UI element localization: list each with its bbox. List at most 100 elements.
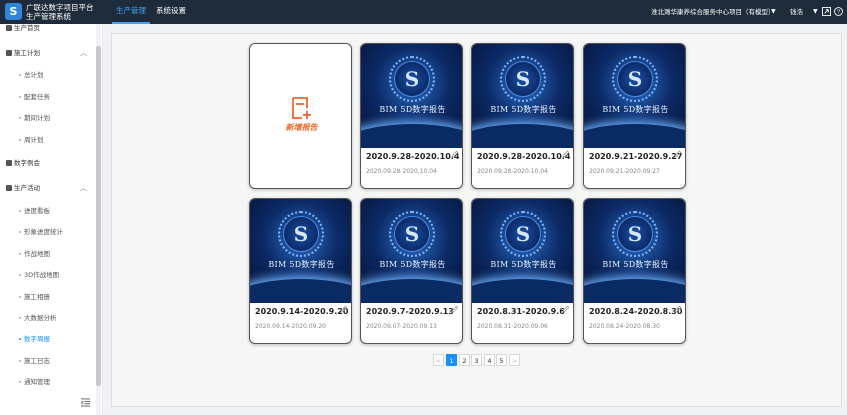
bullet-icon bbox=[19, 117, 21, 119]
report-cover-image: S BIM 5D数字报告 bbox=[584, 199, 685, 303]
sidebar-group-plan[interactable]: 施工计划 ︿ bbox=[0, 46, 95, 60]
project-selector[interactable]: 淮北濉华康养综合服务中心项目（有模型） bbox=[651, 0, 775, 24]
sidebar-item-construction-log[interactable]: 施工日志 bbox=[0, 354, 95, 368]
report-cover-image: S BIM 5D数字报告 bbox=[250, 199, 351, 303]
add-report-card[interactable]: 新增报告 bbox=[249, 43, 352, 189]
pagination-next[interactable]: > bbox=[509, 354, 520, 366]
cover-title: BIM 5D数字报告 bbox=[379, 105, 446, 114]
sidebar-item-progress-board[interactable]: 进度看板 bbox=[0, 204, 95, 218]
bar-chart-icon bbox=[6, 50, 12, 56]
bullet-icon bbox=[19, 338, 21, 340]
report-date-range: 2020.08.24-2020.08.30 bbox=[589, 323, 660, 330]
pagination-page[interactable]: 3 bbox=[471, 354, 482, 366]
chevron-up-icon[interactable]: ︿ bbox=[80, 46, 87, 60]
bullet-icon bbox=[19, 74, 21, 76]
sidebar-item-big-data[interactable]: 大数据分析 bbox=[0, 311, 95, 325]
edit-icon[interactable] bbox=[674, 305, 682, 313]
sidebar-item-battle-map[interactable]: 作战地图 bbox=[0, 247, 95, 261]
report-title: 2020.9.28-2020.10.4 bbox=[477, 152, 571, 161]
cover-title: BIM 5D数字报告 bbox=[602, 105, 669, 114]
sidebar: 生产首页 施工计划 ︿ 总计划 配套任务 期间计划 周计划 数字例会 生产活动 … bbox=[0, 24, 103, 415]
report-card[interactable]: S BIM 5D数字报告 2020.9.7-2020.9.13 2020.09.… bbox=[360, 198, 463, 344]
sidebar-item-construction-album[interactable]: 施工相册 bbox=[0, 290, 95, 304]
add-report-label: 新增报告 bbox=[285, 123, 318, 132]
report-cover-image: S BIM 5D数字报告 bbox=[584, 44, 685, 148]
sidebar-item-visual-progress[interactable]: 形象进度统计 bbox=[0, 225, 95, 239]
pagination-prev[interactable]: < bbox=[433, 354, 444, 366]
sidebar-item-3d-battle-map[interactable]: 3D作战地图 bbox=[0, 268, 95, 282]
report-title: 2020.8.31-2020.9.6 bbox=[477, 307, 565, 316]
sidebar-item-notifications[interactable]: 通知管理 bbox=[0, 375, 95, 389]
bullet-icon bbox=[19, 231, 21, 233]
report-card[interactable]: S BIM 5D数字报告 2020.8.24-2020.8.30 2020.08… bbox=[583, 198, 686, 344]
report-card[interactable]: S BIM 5D数字报告 2020.9.28-2020.10.4 2020.09… bbox=[360, 43, 463, 189]
report-date-range: 2020.09.28-2020.10.04 bbox=[477, 168, 548, 175]
report-card[interactable]: S BIM 5D数字报告 2020.9.28-2020.10.4 2020.09… bbox=[471, 43, 574, 189]
cover-title: BIM 5D数字报告 bbox=[490, 260, 557, 269]
report-card[interactable]: S BIM 5D数字报告 2020.8.31-2020.9.6 2020.08.… bbox=[471, 198, 574, 344]
fullscreen-icon[interactable] bbox=[822, 7, 831, 16]
report-cover-image: S BIM 5D数字报告 bbox=[361, 199, 462, 303]
sidebar-item-home[interactable]: 生产首页 bbox=[0, 21, 95, 35]
brand-line-1: 广联达数字项目平台 bbox=[26, 3, 94, 12]
edit-icon[interactable] bbox=[674, 150, 682, 158]
bullet-icon bbox=[19, 296, 21, 298]
sidebar-group-production[interactable]: 生产活动 ︿ bbox=[0, 181, 95, 195]
report-title: 2020.9.7-2020.9.13 bbox=[366, 307, 454, 316]
sidebar-item-weekly-plan[interactable]: 周计划 bbox=[0, 133, 95, 147]
pagination-page[interactable]: 5 bbox=[496, 354, 507, 366]
pagination-page[interactable]: 4 bbox=[484, 354, 495, 366]
tab-production[interactable]: 生产管理 bbox=[112, 0, 150, 24]
bullet-icon bbox=[19, 96, 21, 98]
edit-icon[interactable] bbox=[451, 305, 459, 313]
menu-fold-icon[interactable] bbox=[81, 398, 90, 407]
report-date-range: 2020.09.14-2020.09.20 bbox=[255, 323, 326, 330]
sidebar-item-digital-weekly[interactable]: 数字周报 bbox=[0, 332, 95, 346]
caret-down-icon[interactable]: ▼ bbox=[813, 0, 818, 24]
home-icon bbox=[6, 25, 12, 31]
caret-down-icon[interactable]: ▼ bbox=[771, 0, 776, 24]
edit-icon[interactable] bbox=[562, 150, 570, 158]
report-title: 2020.9.21-2020.9.27 bbox=[589, 152, 683, 161]
app-logo: S bbox=[5, 3, 22, 20]
add-report-icon bbox=[292, 97, 311, 119]
report-date-range: 2020.08.31-2020.09.06 bbox=[477, 323, 548, 330]
help-icon[interactable]: ? bbox=[834, 7, 843, 16]
meeting-icon bbox=[6, 160, 12, 166]
pagination-page[interactable]: 2 bbox=[459, 354, 470, 366]
bullet-icon bbox=[19, 317, 21, 319]
sidebar-item-period-plan[interactable]: 期间计划 bbox=[0, 111, 95, 125]
edit-icon[interactable] bbox=[562, 305, 570, 313]
cover-title: BIM 5D数字报告 bbox=[602, 260, 669, 269]
tab-settings[interactable]: 系统设置 bbox=[156, 0, 186, 24]
report-cover-image: S BIM 5D数字报告 bbox=[472, 199, 573, 303]
chevron-up-icon[interactable]: ︿ bbox=[80, 181, 87, 195]
report-title: 2020.9.28-2020.10.4 bbox=[366, 152, 460, 161]
sidebar-item-digital-meeting[interactable]: 数字例会 bbox=[0, 156, 95, 170]
sidebar-item-master-plan[interactable]: 总计划 bbox=[0, 68, 95, 82]
bullet-icon bbox=[19, 210, 21, 212]
report-title: 2020.8.24-2020.8.30 bbox=[589, 307, 683, 316]
bullet-icon bbox=[19, 139, 21, 141]
brand-line-2: 生产管理系统 bbox=[26, 12, 71, 21]
edit-icon[interactable] bbox=[451, 150, 459, 158]
user-name[interactable]: 钱浩 bbox=[790, 0, 803, 24]
report-cover-image: S BIM 5D数字报告 bbox=[361, 44, 462, 148]
bullet-icon bbox=[19, 360, 21, 362]
bullet-icon bbox=[19, 381, 21, 383]
report-title: 2020.9.14-2020.9.20 bbox=[255, 307, 349, 316]
edit-icon[interactable] bbox=[340, 305, 348, 313]
sidebar-item-support-tasks[interactable]: 配套任务 bbox=[0, 90, 95, 104]
report-date-range: 2020.09.07-2020.09.13 bbox=[366, 323, 437, 330]
top-bar: S 广联达数字项目平台 生产管理系统 生产管理 系统设置 淮北濉华康养综合服务中… bbox=[0, 0, 847, 24]
report-cover-image: S BIM 5D数字报告 bbox=[472, 44, 573, 148]
report-date-range: 2020.09.21-2020.09.27 bbox=[589, 168, 660, 175]
bullet-icon bbox=[19, 274, 21, 276]
report-card[interactable]: S BIM 5D数字报告 2020.9.14-2020.9.20 2020.09… bbox=[249, 198, 352, 344]
pagination-page[interactable]: 1 bbox=[446, 354, 457, 366]
report-card[interactable]: S BIM 5D数字报告 2020.9.21-2020.9.27 2020.09… bbox=[583, 43, 686, 189]
cover-title: BIM 5D数字报告 bbox=[268, 260, 335, 269]
report-date-range: 2020.09.28-2020.10.04 bbox=[366, 168, 437, 175]
sidebar-scrollbar-thumb[interactable] bbox=[96, 46, 101, 386]
cover-title: BIM 5D数字报告 bbox=[379, 260, 446, 269]
